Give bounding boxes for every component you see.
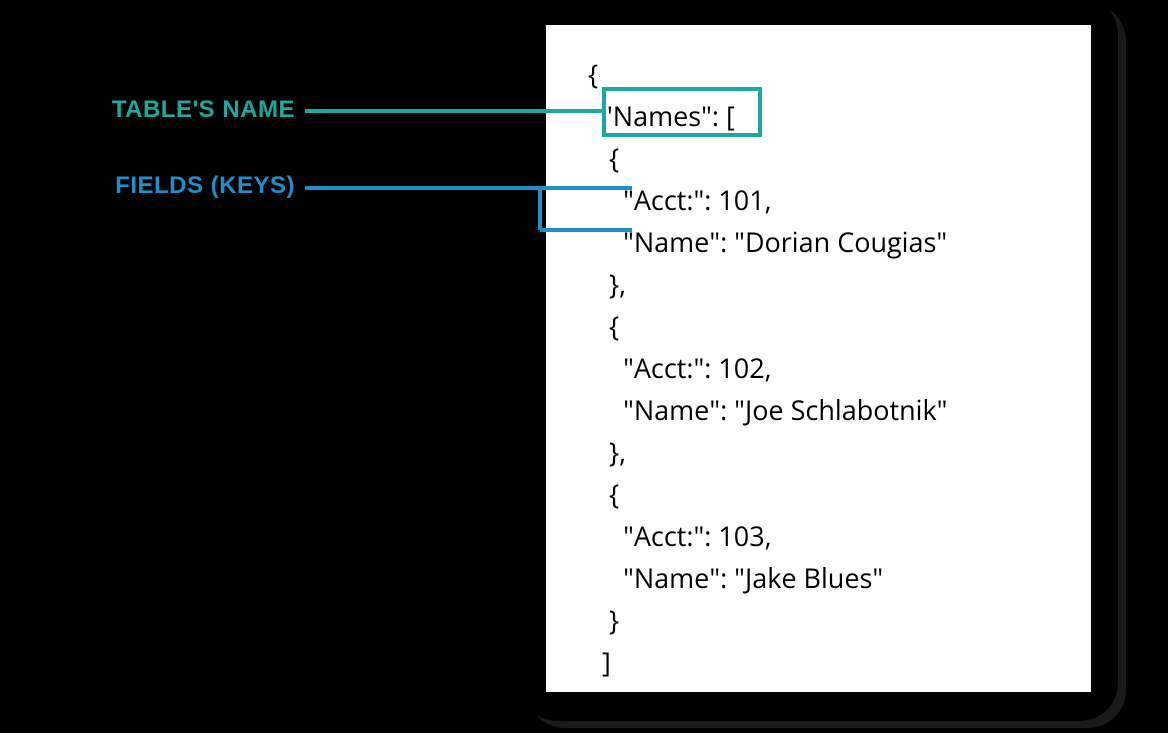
connector-fields-keys [0, 0, 1168, 733]
